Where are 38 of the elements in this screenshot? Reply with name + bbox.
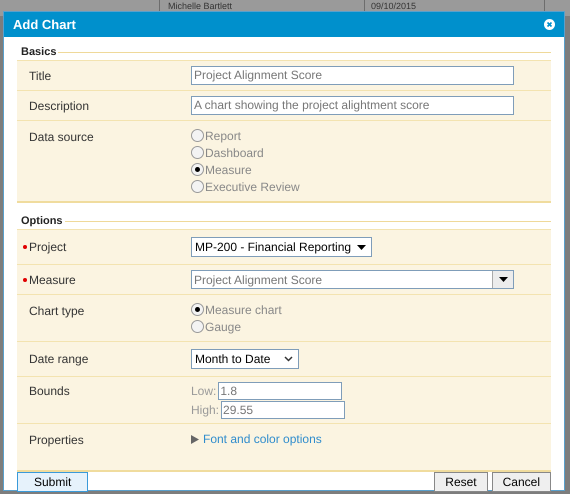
field-label: Title xyxy=(29,68,52,84)
radio-option[interactable]: Executive Review xyxy=(191,178,551,195)
field-label: Data source xyxy=(29,129,94,145)
dialog-title: Add Chart xyxy=(13,16,76,34)
close-icon[interactable] xyxy=(544,19,555,30)
text-field[interactable]: Project Alignment Score xyxy=(191,66,514,85)
text-field[interactable]: A chart showing the project alightment score xyxy=(191,96,514,115)
dropdown[interactable]: Month to Date xyxy=(191,349,300,369)
dialog-button[interactable]: Reset xyxy=(434,472,488,492)
input-field[interactable]: 1.8 xyxy=(218,382,342,400)
submit-button[interactable]: Submit xyxy=(17,472,88,492)
caret-icon xyxy=(498,277,508,282)
field-label: Low: xyxy=(191,382,216,400)
combo-box[interactable]: Project Alignment Score xyxy=(191,270,514,289)
caret-icon xyxy=(357,244,366,250)
section-legend: Basics xyxy=(17,44,58,60)
table-cell: Michelle Bartlett xyxy=(168,1,232,11)
field-label: High: xyxy=(191,402,220,418)
section-legend: Options xyxy=(17,212,65,230)
dialog-button[interactable]: Cancel xyxy=(492,472,551,492)
field-label: Measure xyxy=(29,272,76,288)
field-label: Bounds xyxy=(29,383,70,399)
chevron-icon xyxy=(284,356,294,362)
options-link[interactable]: Font and color options xyxy=(203,430,322,448)
radio-option[interactable]: Gauge xyxy=(191,318,551,335)
field-label: Chart type xyxy=(29,303,84,319)
dropdown[interactable]: MP-200 - Financial Reporting xyxy=(191,237,372,257)
field-label: Properties xyxy=(29,432,84,448)
expand-icon xyxy=(191,434,199,444)
field-label: Date range xyxy=(29,351,88,367)
field-label: Description xyxy=(29,98,90,114)
radio-option[interactable]: Dashboard xyxy=(191,144,551,161)
table-cell: 09/10/2015 xyxy=(371,1,416,11)
input-field[interactable]: 29.55 xyxy=(221,400,346,418)
field-label: Project xyxy=(29,239,66,255)
radio-option[interactable]: Report xyxy=(191,127,551,144)
radio-option[interactable]: Measure xyxy=(191,161,551,178)
radio-option[interactable]: Measure chart xyxy=(191,301,551,318)
